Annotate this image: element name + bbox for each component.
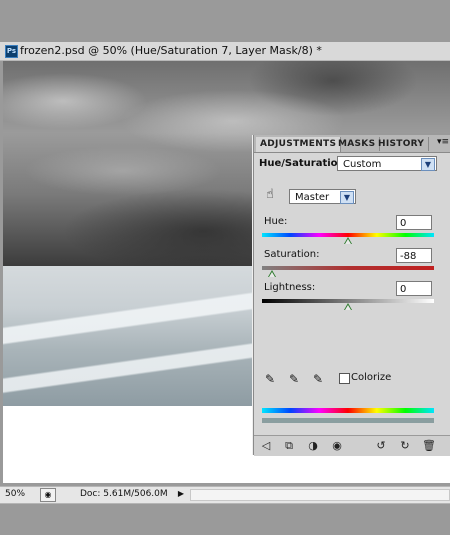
tab-history[interactable]: HISTORY bbox=[374, 137, 430, 151]
channel-select[interactable]: Master ▼ bbox=[289, 189, 356, 204]
saturation-track[interactable] bbox=[262, 266, 434, 270]
output-color-bar bbox=[262, 418, 434, 423]
photoshop-logo-icon: Ps bbox=[5, 45, 18, 58]
panel-menu-icon[interactable]: ▾≡ bbox=[437, 137, 449, 147]
colorize-label: Colorize bbox=[351, 372, 392, 383]
horizontal-scrollbar[interactable] bbox=[190, 489, 450, 501]
document-info: Doc: 5.61M/506.0M bbox=[80, 489, 168, 499]
adjustments-panel: ADJUSTMENTS MASKS HISTORY ▾≡ Hue/Saturat… bbox=[253, 135, 450, 456]
lightness-slider-thumb[interactable] bbox=[344, 303, 352, 310]
channel-value: Master bbox=[295, 192, 330, 203]
status-menu-arrow-icon[interactable]: ▶ bbox=[176, 489, 186, 499]
hue-slider-thumb[interactable] bbox=[344, 237, 352, 244]
hue-input[interactable]: 0 bbox=[396, 215, 432, 230]
document-title: frozen2.psd @ 50% (Hue/Saturation 7, Lay… bbox=[20, 44, 322, 57]
photoshop-window: Ps frozen2.psd @ 50% (Hue/Saturation 7, … bbox=[0, 0, 450, 535]
expand-view-icon[interactable]: ⧉ bbox=[282, 439, 296, 453]
clip-to-layer-icon[interactable]: ◑ bbox=[306, 439, 320, 453]
colorize-checkbox[interactable] bbox=[339, 373, 350, 384]
chevron-down-icon: ▼ bbox=[421, 158, 435, 171]
input-color-bar bbox=[262, 408, 434, 413]
saturation-label: Saturation: bbox=[264, 249, 320, 260]
panel-bottom-toolbar: ◁ ⧉ ◑ ◉ ↺ ↻ 🗑 bbox=[254, 435, 450, 456]
document-tab[interactable]: Ps frozen2.psd @ 50% (Hue/Saturation 7, … bbox=[0, 42, 450, 61]
eyedropper-subtract-icon[interactable]: ✎ bbox=[311, 372, 325, 386]
back-arrow-icon[interactable]: ◁ bbox=[259, 439, 273, 453]
zoom-level[interactable]: 50% bbox=[5, 489, 25, 499]
chevron-down-icon: ▼ bbox=[340, 191, 354, 204]
lightness-input[interactable]: 0 bbox=[396, 281, 432, 296]
hue-label: Hue: bbox=[264, 216, 288, 227]
preset-select[interactable]: Custom ▼ bbox=[337, 156, 437, 171]
status-preview-icon[interactable]: ◉ bbox=[40, 488, 56, 502]
trash-icon[interactable]: 🗑 bbox=[422, 439, 436, 453]
eyedropper-add-icon[interactable]: ✎ bbox=[287, 372, 301, 386]
tab-adjustments[interactable]: ADJUSTMENTS bbox=[256, 137, 342, 152]
previous-state-icon[interactable]: ↺ bbox=[374, 439, 388, 453]
panel-tab-bar: ADJUSTMENTS MASKS HISTORY ▾≡ bbox=[254, 135, 450, 153]
status-bar: 50% ◉ Doc: 5.61M/506.0M ▶ bbox=[0, 486, 450, 504]
reset-icon[interactable]: ↻ bbox=[398, 439, 412, 453]
preset-value: Custom bbox=[343, 159, 382, 170]
adjustment-type-label: Hue/Saturation bbox=[259, 158, 345, 169]
saturation-input[interactable]: -88 bbox=[396, 248, 432, 263]
saturation-slider-thumb[interactable] bbox=[268, 270, 276, 277]
targeted-adjustment-icon[interactable]: ☝ bbox=[262, 187, 278, 203]
lightness-label: Lightness: bbox=[264, 282, 316, 293]
eyedropper-icon[interactable]: ✎ bbox=[263, 372, 277, 386]
eye-icon[interactable]: ◉ bbox=[330, 439, 344, 453]
